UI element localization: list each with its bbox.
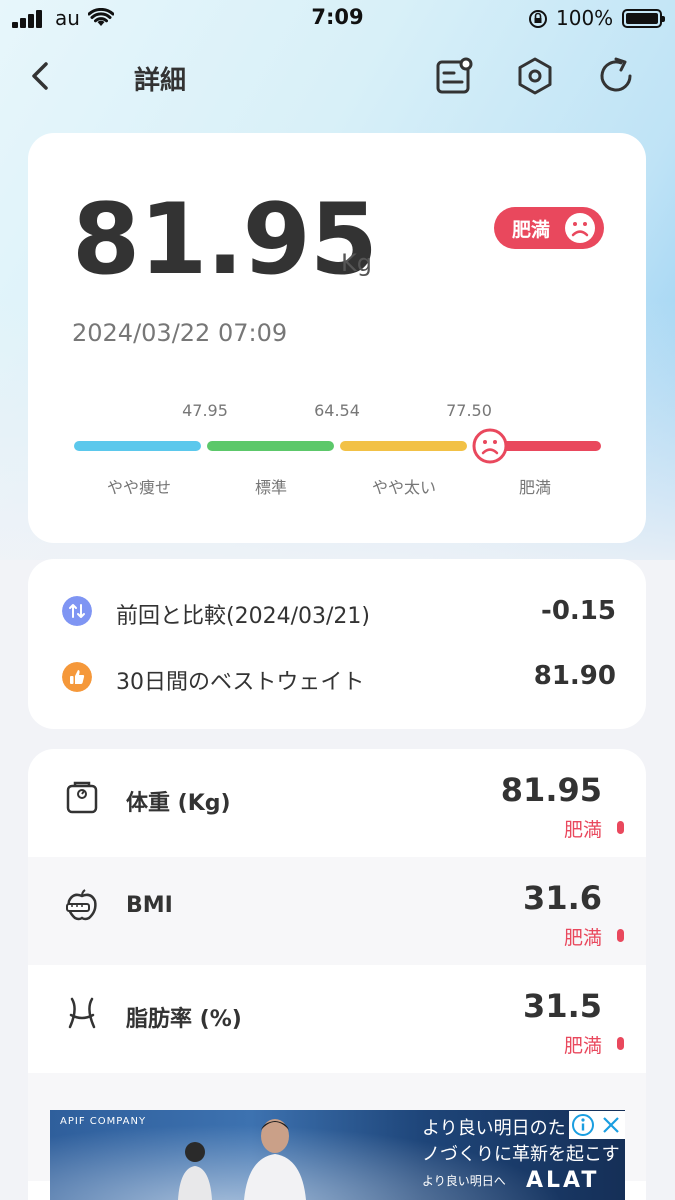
ad-headline-1: より良い明日のた	[422, 1118, 566, 1139]
ad-company-name: APIF COMPANY	[60, 1116, 147, 1127]
rotation-lock-icon	[529, 10, 547, 28]
best-weight-value: 81.90	[533, 661, 616, 691]
status-indicator	[617, 929, 624, 942]
compare-previous-value: -0.15	[541, 596, 616, 626]
status-badge: 肥満	[494, 207, 604, 249]
current-position-marker-icon	[472, 428, 508, 464]
battery-percentage: 100%	[556, 6, 614, 30]
apple-tape-icon	[66, 889, 97, 921]
scale-segment-overweight	[340, 441, 467, 451]
ad-close-icon[interactable]	[597, 1111, 625, 1139]
comparison-card: 前回と比較(2024/03/21) -0.15 30日間のベストウェイト 81.…	[28, 559, 646, 729]
threshold-2: 64.54	[314, 401, 360, 420]
metric-value: 31.6	[523, 879, 602, 917]
threshold-1: 47.95	[182, 401, 228, 420]
thumbs-up-icon	[62, 662, 92, 692]
metric-label: BMI	[126, 893, 173, 918]
metric-row-body-fat[interactable]: 脂肪率 (%) 31.5 肥満	[28, 965, 646, 1073]
metric-label: 体重 (Kg)	[126, 791, 231, 816]
ad-person-image	[244, 1119, 306, 1200]
compare-previous-label: 前回と比較(2024/03/21)	[116, 604, 370, 629]
ad-info-icon[interactable]	[569, 1111, 597, 1139]
status-indicator	[617, 821, 624, 834]
navigation-bar: 詳細	[0, 48, 675, 104]
weight-unit: Kg	[341, 249, 372, 277]
note-icon[interactable]	[432, 54, 476, 98]
waist-icon	[68, 997, 96, 1029]
measurement-datetime: 2024/03/22 07:09	[72, 319, 288, 347]
scale-icon	[66, 781, 98, 814]
ad-brand: ALAT	[526, 1168, 600, 1193]
metric-status: 肥満	[563, 927, 602, 949]
metric-row-weight[interactable]: 体重 (Kg) 81.95 肥満	[28, 749, 646, 857]
weight-card: 81.95 Kg 肥満 2024/03/22 07:09 47.95 64.54…	[28, 133, 646, 543]
metric-row-bmi[interactable]: BMI 31.6 肥満	[28, 857, 646, 965]
page-title: 詳細	[134, 66, 187, 96]
battery-icon	[622, 9, 665, 28]
compare-arrows-icon	[62, 596, 92, 626]
ad-person-image	[178, 1142, 212, 1200]
sad-face-icon	[565, 213, 595, 243]
metric-value: 31.5	[523, 987, 602, 1025]
metric-label: 脂肪率 (%)	[126, 1007, 242, 1032]
ad-headline-2: ノづくりに革新を起こす	[422, 1144, 620, 1165]
scale-label-obese: 肥満	[518, 478, 551, 497]
ad-banner[interactable]: APIF COMPANY より良い明日のた ノづくりに革新を起こす より良い明日…	[50, 1110, 625, 1200]
metric-status: 肥満	[563, 819, 602, 841]
scale-label-normal: 標準	[254, 478, 287, 497]
metric-value: 81.95	[500, 771, 602, 809]
status-badge-label: 肥満	[512, 219, 551, 241]
status-indicator	[617, 1037, 624, 1050]
ad-tagline: より良い明日へ	[422, 1174, 506, 1188]
scale-segment-normal	[207, 441, 334, 451]
settings-hexagon-icon[interactable]	[513, 54, 557, 98]
metric-status: 肥満	[563, 1035, 602, 1057]
scale-segment-underweight	[74, 441, 201, 451]
back-arrow-icon[interactable]	[22, 56, 62, 96]
scale-label-overweight: やや太い	[371, 478, 436, 497]
best-weight-label: 30日間のベストウェイト	[116, 670, 365, 695]
status-bar: au 7:09 100%	[0, 0, 675, 40]
threshold-3: 77.50	[446, 401, 492, 420]
scale-label-underweight: やや痩せ	[106, 478, 171, 497]
weight-value: 81.95	[72, 183, 378, 297]
share-refresh-icon[interactable]	[594, 54, 638, 98]
